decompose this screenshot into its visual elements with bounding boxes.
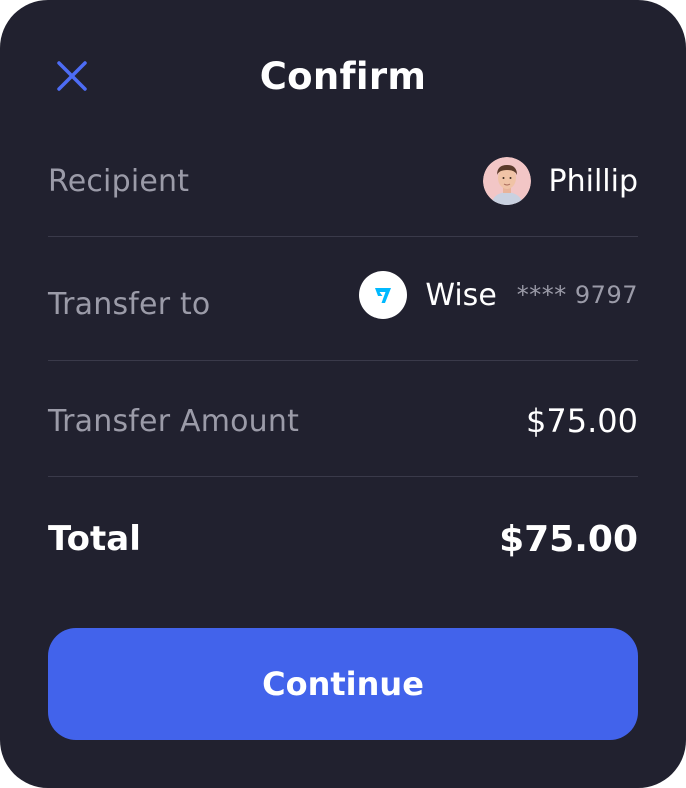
transfer-amount-value: $75.00: [526, 402, 638, 440]
recipient-name: Phillip: [548, 163, 639, 199]
total-label: Total: [48, 519, 141, 559]
confirm-dialog: Confirm Recipient Phillip Transfer to Wi…: [0, 0, 686, 788]
divider: [48, 236, 638, 237]
divider: [48, 360, 638, 361]
recipient-label: Recipient: [48, 163, 190, 199]
continue-button[interactable]: Continue: [48, 628, 638, 740]
transfer-amount-row: Transfer Amount $75.00: [48, 396, 638, 446]
transfer-to-label: Transfer to: [48, 286, 211, 322]
total-row: Total $75.00: [48, 512, 638, 566]
divider: [48, 476, 638, 477]
wise-logo-icon: [359, 271, 408, 319]
recipient-value: Phillip: [482, 157, 639, 205]
transfer-amount-label: Transfer Amount: [48, 403, 300, 439]
account-number: **** 9797: [516, 281, 638, 309]
total-value: $75.00: [499, 518, 638, 560]
bank-name: Wise: [425, 277, 497, 313]
transfer-to-value: Wise **** 9797: [359, 271, 638, 319]
page-title: Confirm: [259, 55, 427, 98]
transfer-to-row: Transfer to Wise **** 9797: [48, 271, 638, 322]
recipient-row: Recipient Phillip: [48, 156, 638, 206]
avatar: [482, 157, 531, 205]
